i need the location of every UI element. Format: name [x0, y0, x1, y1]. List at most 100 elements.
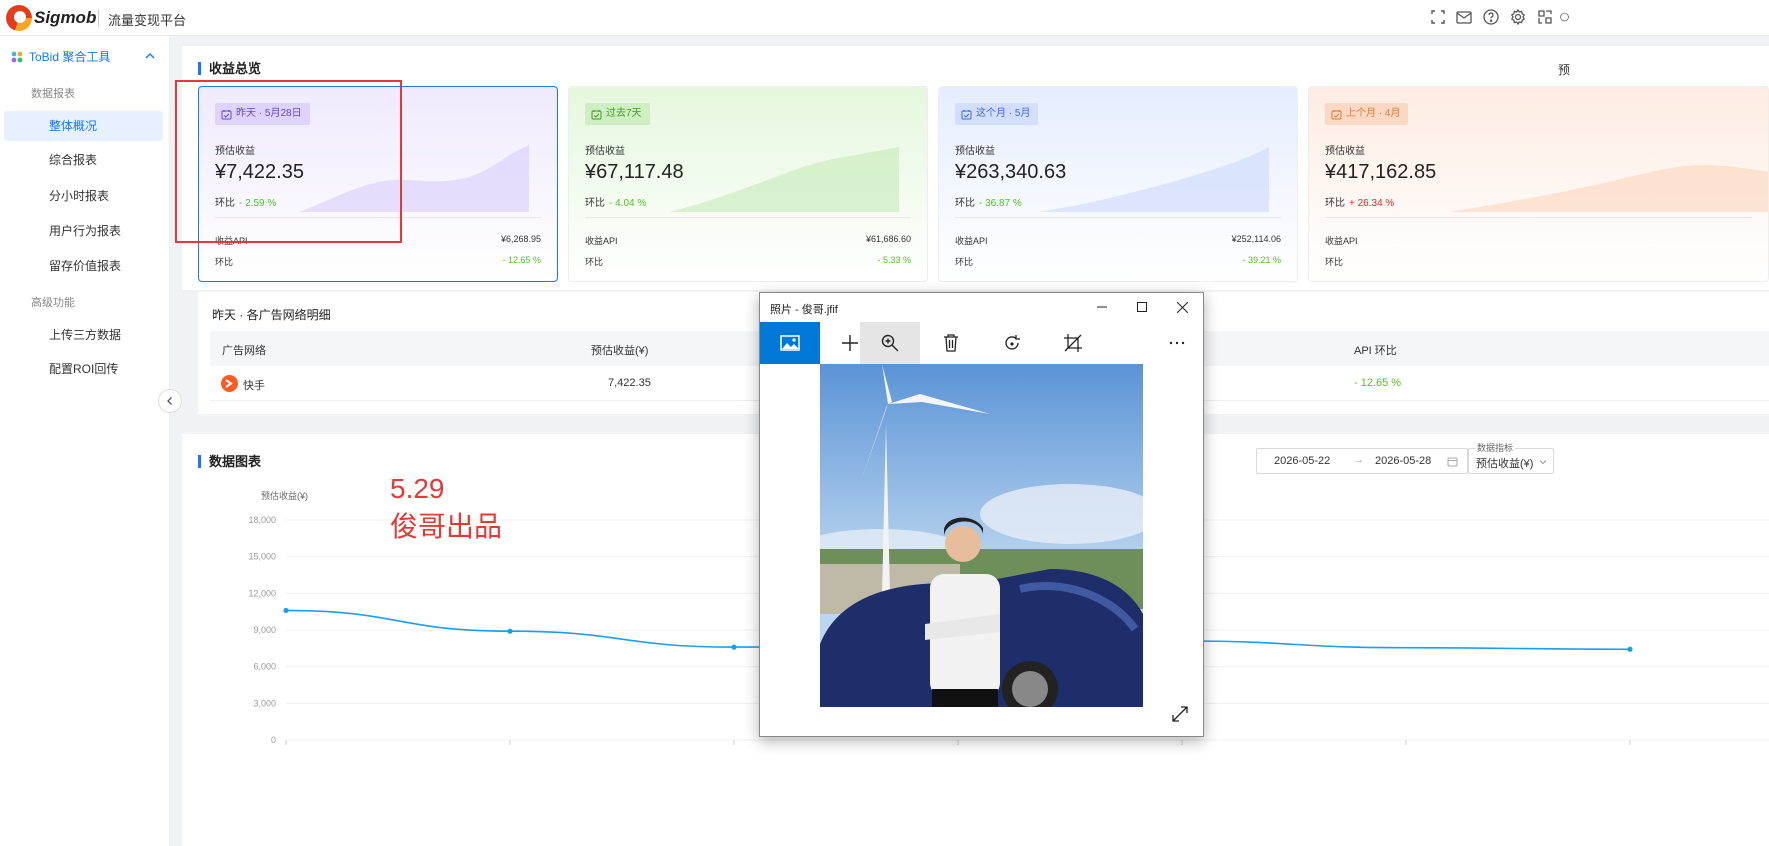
ratio-value: - 36.87 %: [979, 198, 1022, 209]
maximize-button[interactable]: [1122, 293, 1162, 321]
photo-viewer-window[interactable]: 照片 - 俊哥.jfif: [759, 292, 1204, 737]
sidebar: ToBid 聚合工具 数据报表 整体概况 综合报表 分小时报表 用户行为报表 留…: [0, 36, 170, 846]
metric-label: 数据指标: [1475, 441, 1516, 454]
fullscreen-icon[interactable]: [1429, 8, 1447, 26]
sidebar-item-roi-callback[interactable]: 配置ROI回传: [4, 354, 163, 384]
card-ratio: 环比 + 26.34 %: [1325, 194, 1394, 209]
column-header[interactable]: 预估收益(¥): [591, 342, 648, 358]
sidebar-group-tobid[interactable]: ToBid 聚合工具: [10, 48, 110, 65]
help-icon[interactable]: [1482, 8, 1500, 26]
badge-label: 过去7天: [606, 108, 642, 119]
rotate-icon: [1005, 335, 1020, 350]
user-icon[interactable]: [1560, 8, 1569, 26]
view-image-button[interactable]: [760, 322, 820, 364]
chevron-up-icon[interactable]: [144, 50, 156, 62]
y-tick-label: 9,000: [253, 625, 276, 635]
api-label: 收益API: [215, 236, 248, 246]
more-icon: [1169, 341, 1185, 345]
data-point: [507, 628, 513, 634]
watermark-line1: 5.29: [390, 473, 445, 504]
date-range-picker[interactable]: 2026-05-22 → 2026-05-28: [1256, 448, 1468, 474]
api-ratio-value: - 39.21 %: [1242, 255, 1281, 265]
api-ratio-value: - 12.65 %: [1354, 377, 1402, 389]
revenue-card-last-7-days[interactable]: 过去7天 预估收益 ¥67,117.48 环比 - 4.04 % 收益API ¥6…: [568, 86, 928, 282]
close-button[interactable]: [1162, 293, 1202, 321]
delete-icon: [944, 334, 958, 352]
add-icon: [842, 335, 858, 351]
kuaishou-icon: [221, 375, 238, 392]
revenue-card-last-month[interactable]: 上个月 · 4月 预估收益 ¥417,162.85 环比 + 26.34 % 收益…: [1308, 86, 1769, 282]
close-icon: [1176, 301, 1188, 313]
card-label: 预估收益: [1325, 146, 1365, 157]
date-start[interactable]: 2026-05-22: [1274, 455, 1330, 467]
revenue-value: 7,422.35: [608, 377, 651, 389]
arrow-right-icon: →: [1353, 454, 1364, 466]
api-ratio-value: - 12.65 %: [502, 255, 541, 265]
api-ratio-label: 环比: [585, 257, 604, 267]
app-icon[interactable]: [1536, 8, 1554, 26]
expand-icon[interactable]: [1171, 705, 1189, 723]
sidebar-item-hourly-report[interactable]: 分小时报表: [4, 181, 163, 211]
sidebar-group-label: ToBid 聚合工具: [29, 50, 111, 64]
minimize-button[interactable]: [1082, 293, 1122, 321]
api-value: ¥6,268.95: [500, 234, 541, 244]
crop-icon: [1064, 334, 1082, 352]
y-tick-label: 15,000: [248, 552, 276, 562]
photo-image: [820, 364, 1143, 707]
data-point: [1627, 646, 1633, 652]
mail-icon[interactable]: [1455, 8, 1473, 26]
platform-title: 流量变现平台: [108, 13, 187, 28]
zoom-icon: [881, 334, 899, 352]
sidebar-item-overview[interactable]: 整体概况: [4, 111, 163, 141]
sparkline: [1039, 147, 1269, 212]
sidebar-item-retention-report[interactable]: 留存价值报表: [4, 251, 163, 281]
ratio-label: 环比: [215, 198, 235, 209]
ratio-label: 环比: [1325, 198, 1345, 209]
zoom-button[interactable]: [860, 322, 920, 364]
date-end[interactable]: 2026-05-28: [1375, 455, 1431, 467]
data-point: [731, 644, 737, 650]
column-header: 广告网络: [222, 345, 266, 357]
revenue-card-this-month[interactable]: 这个月 · 5月 预估收益 ¥263,340.63 环比 - 36.87 % 收益…: [938, 86, 1298, 282]
card-label: 预估收益: [585, 146, 625, 157]
network-name: 快手: [243, 380, 265, 392]
more-options-button[interactable]: [1152, 322, 1202, 364]
card-value: ¥417,162.85: [1325, 161, 1437, 183]
calendar-icon: [1447, 457, 1458, 467]
sidebar-section-reports: 数据报表: [31, 88, 75, 100]
settings-icon[interactable]: [1509, 8, 1527, 26]
delete-button[interactable]: [921, 322, 981, 364]
sidebar-item-summary-report[interactable]: 综合报表: [4, 145, 163, 175]
crop-button[interactable]: [1043, 322, 1103, 364]
sidebar-item-user-behavior-report[interactable]: 用户行为报表: [4, 216, 163, 246]
column-header: API 环比: [1354, 345, 1397, 357]
date-badge: 昨天 · 5月28日: [215, 103, 310, 125]
badge-label: 这个月 · 5月: [976, 108, 1031, 119]
overview-right-text: 预: [1558, 63, 1571, 77]
maximize-icon: [1137, 302, 1147, 312]
ratio-value: - 2.59 %: [239, 198, 277, 209]
rotate-button[interactable]: [982, 322, 1042, 364]
sidebar-section-advanced: 高级功能: [31, 297, 75, 309]
sigmob-logo-icon[interactable]: [6, 5, 32, 31]
card-value: ¥263,340.63: [955, 161, 1067, 183]
card-divider: [585, 217, 911, 218]
api-ratio-label: 环比: [1325, 257, 1344, 267]
photo-toolbar: [760, 322, 1203, 364]
sidebar-item-upload-data[interactable]: 上传三方数据: [4, 320, 163, 350]
y-tick-label: 0: [271, 735, 276, 745]
chart-title: 数据图表: [198, 455, 261, 468]
card-value: ¥67,117.48: [585, 161, 684, 183]
api-ratio-label: 环比: [955, 257, 974, 267]
sparkline: [299, 144, 529, 212]
revenue-card-yesterday[interactable]: 昨天 · 5月28日 预估收益 ¥7,422.35 环比 - 2.59 % 收益A…: [198, 86, 558, 282]
watermark-line2: 俊哥出品: [390, 511, 503, 542]
calendar-icon: [221, 109, 232, 119]
card-ratio: 环比 - 2.59 %: [215, 194, 276, 209]
top-bar: Sigmob 流量变现平台: [0, 0, 1769, 36]
sidebar-collapse-button[interactable]: [158, 389, 182, 413]
card-ratio: 环比 - 36.87 %: [955, 194, 1022, 209]
ratio-value: + 26.34 %: [1349, 198, 1395, 209]
ratio-value: - 4.04 %: [609, 198, 647, 209]
chevron-down-icon: [1539, 460, 1547, 465]
